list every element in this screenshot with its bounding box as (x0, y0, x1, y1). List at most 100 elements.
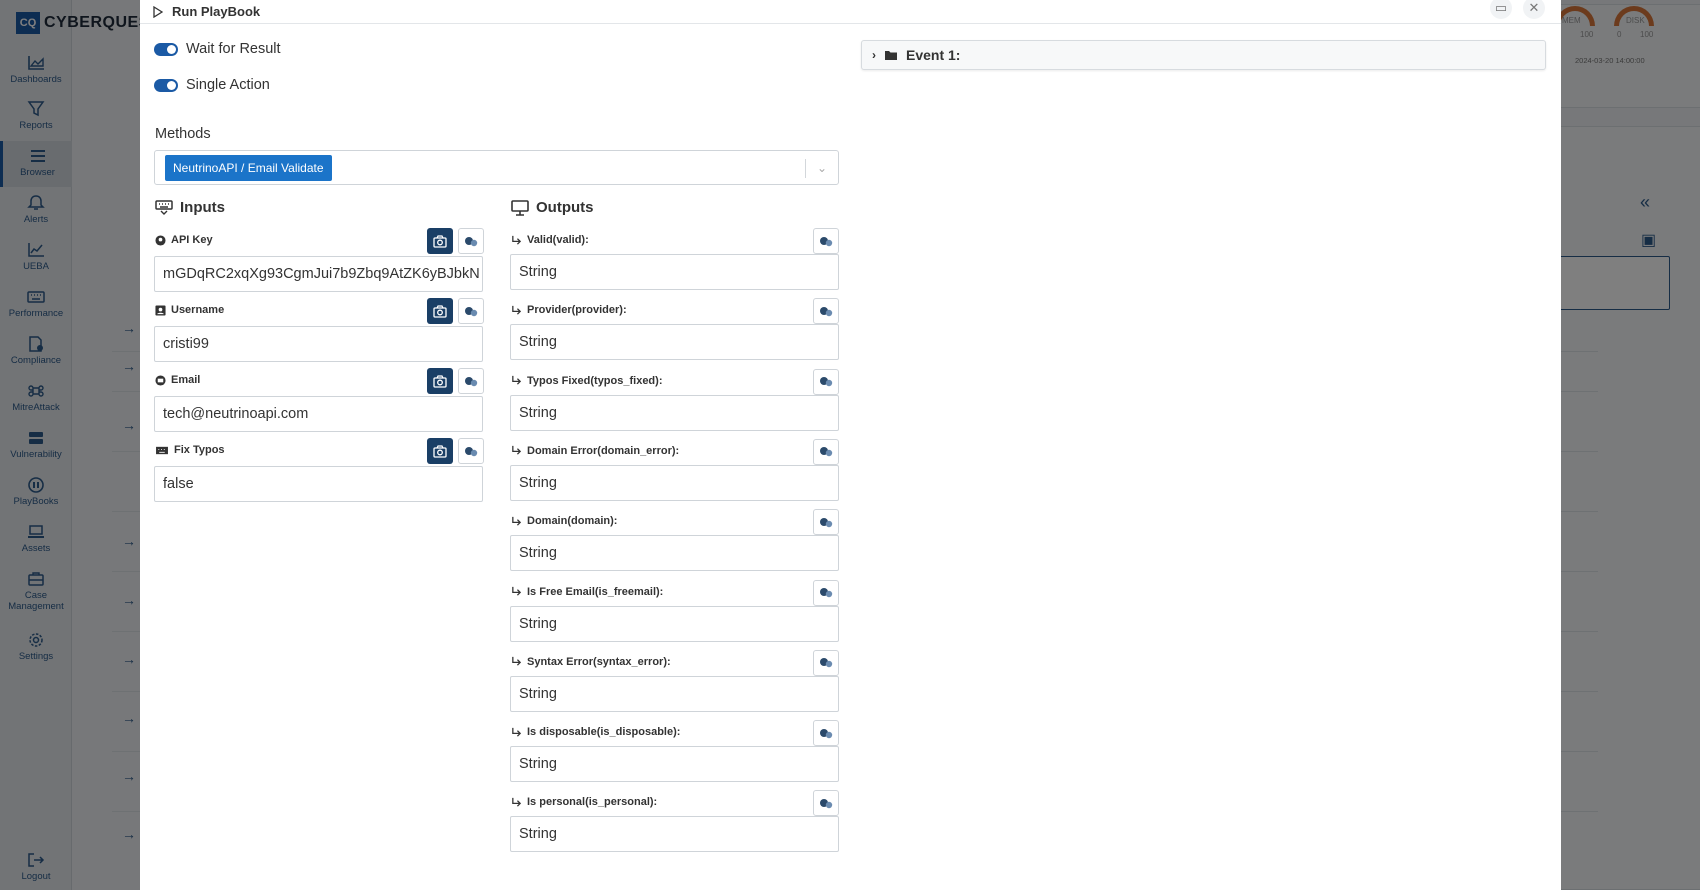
email-icon (155, 374, 166, 386)
fix-typos-input[interactable]: false (154, 466, 483, 502)
variable-button[interactable] (458, 438, 484, 464)
link-arrow-icon (512, 235, 522, 245)
output-label: Is personal(is_personal): (511, 796, 657, 808)
close-button[interactable]: ✕ (1523, 0, 1545, 19)
play-icon (153, 5, 163, 18)
variable-button[interactable] (458, 228, 484, 254)
fix-typos-label: Fix Typos (155, 444, 225, 456)
variable-icon (820, 588, 833, 598)
variable-button[interactable] (458, 368, 484, 394)
variable-icon (820, 517, 833, 527)
outputs-heading: Outputs (511, 199, 594, 216)
output-value-input[interactable]: String (510, 254, 839, 290)
camera-icon (433, 234, 447, 248)
output-label: Is Free Email(is_freemail): (511, 586, 663, 598)
toggle-label: Wait for Result (186, 41, 281, 57)
keyboard-icon (156, 446, 168, 454)
variable-button[interactable] (813, 720, 839, 747)
output-value-input[interactable]: String (510, 535, 839, 572)
user-card-icon (155, 304, 166, 316)
output-label: Syntax Error(syntax_error): (511, 656, 671, 668)
variable-button[interactable] (813, 790, 839, 817)
selected-method-tag[interactable]: NeutrinoAPI / Email Validate (165, 155, 332, 181)
toggle-label: Single Action (186, 77, 270, 93)
variable-icon (820, 658, 833, 668)
variable-icon (820, 447, 833, 457)
field-label-text: Is Free Email(is_freemail): (527, 585, 664, 598)
field-label-text: Is personal(is_personal): (527, 796, 658, 809)
keyboard-icon (155, 199, 173, 215)
inputs-heading: Inputs (155, 199, 225, 216)
link-arrow-icon (512, 516, 522, 526)
event-title: Event 1: (906, 47, 961, 63)
variable-icon (820, 798, 833, 809)
variable-button[interactable] (813, 298, 839, 325)
output-value-input[interactable]: String (510, 394, 839, 431)
username-input[interactable]: cristi99 (154, 326, 483, 362)
field-label-text: Fix Typos (174, 444, 225, 456)
camera-icon (433, 444, 447, 458)
modal-header: Run PlayBook ▭ ✕ (140, 0, 1561, 24)
variable-button[interactable] (813, 579, 839, 606)
camera-icon (433, 304, 447, 318)
toggle-switch[interactable] (154, 78, 178, 92)
output-label: Valid(valid): (511, 234, 589, 246)
link-arrow-icon (512, 305, 522, 315)
output-value-input[interactable]: String (510, 816, 839, 853)
api-key-label: API Key (155, 234, 213, 246)
variable-icon (465, 236, 478, 246)
wait-for-result-toggle[interactable]: Wait for Result (154, 41, 281, 57)
folder-icon (885, 51, 897, 60)
event-accordion[interactable]: › Event 1: (861, 40, 1546, 70)
variable-button[interactable] (813, 509, 839, 536)
camera-icon (433, 374, 447, 388)
link-arrow-icon (512, 446, 522, 456)
field-label-text: Syntax Error(syntax_error): (527, 655, 671, 668)
chevron-down-icon[interactable]: ⌄ (814, 158, 830, 178)
field-label-text: Provider(provider): (527, 304, 627, 317)
link-arrow-icon (512, 727, 522, 737)
output-label: Provider(provider): (511, 304, 627, 316)
output-label: Typos Fixed(typos_fixed): (511, 375, 662, 387)
field-label-text: Domain Error(domain_error): (527, 444, 680, 457)
variable-icon (465, 446, 478, 456)
outputs-heading-label: Outputs (536, 199, 594, 216)
field-label-text: Username (171, 304, 225, 316)
output-value-input[interactable]: String (510, 605, 839, 642)
variable-button[interactable] (813, 228, 839, 254)
variable-button[interactable] (813, 438, 839, 465)
modal-title: Run PlayBook (172, 4, 261, 19)
variable-button[interactable] (813, 368, 839, 395)
output-value-input[interactable]: String (510, 675, 839, 712)
variable-button[interactable] (458, 298, 484, 324)
output-label: Is disposable(is_disposable): (511, 726, 680, 738)
maximize-button[interactable]: ▭ (1490, 0, 1512, 19)
variable-icon (465, 376, 478, 386)
field-label-text: API Key (171, 234, 213, 246)
output-value-input[interactable]: String (510, 746, 839, 783)
methods-select[interactable]: NeutrinoAPI / Email Validate ⌄ (154, 150, 839, 185)
email-input[interactable]: tech@neutrinoapi.com (154, 396, 483, 432)
link-arrow-icon (512, 586, 522, 596)
run-playbook-modal: Run PlayBook ▭ ✕ Wait for Result Single … (140, 0, 1561, 890)
chevron-right-icon[interactable]: › (872, 48, 876, 62)
screenshot-button[interactable] (427, 228, 453, 254)
api-key-input[interactable]: mGDqRC2xqXg93CgmJui7b9Zbq9AtZK6yBJbkN (154, 256, 483, 292)
field-label-text: Is disposable(is_disposable): (527, 726, 681, 739)
variable-icon (820, 306, 833, 316)
select-separator (805, 159, 806, 178)
screenshot-button[interactable] (427, 438, 453, 464)
output-label: Domain Error(domain_error): (511, 445, 679, 457)
screenshot-button[interactable] (427, 368, 453, 394)
methods-label: Methods (155, 126, 211, 142)
output-value-input[interactable]: String (510, 324, 839, 361)
variable-icon (820, 728, 833, 738)
output-value-input[interactable]: String (510, 464, 839, 501)
single-action-toggle[interactable]: Single Action (154, 77, 270, 93)
email-label: Email (155, 374, 200, 386)
variable-icon (465, 306, 478, 316)
screenshot-button[interactable] (427, 298, 453, 324)
output-label: Domain(domain): (511, 515, 617, 527)
variable-button[interactable] (813, 649, 839, 676)
toggle-switch[interactable] (154, 42, 178, 56)
